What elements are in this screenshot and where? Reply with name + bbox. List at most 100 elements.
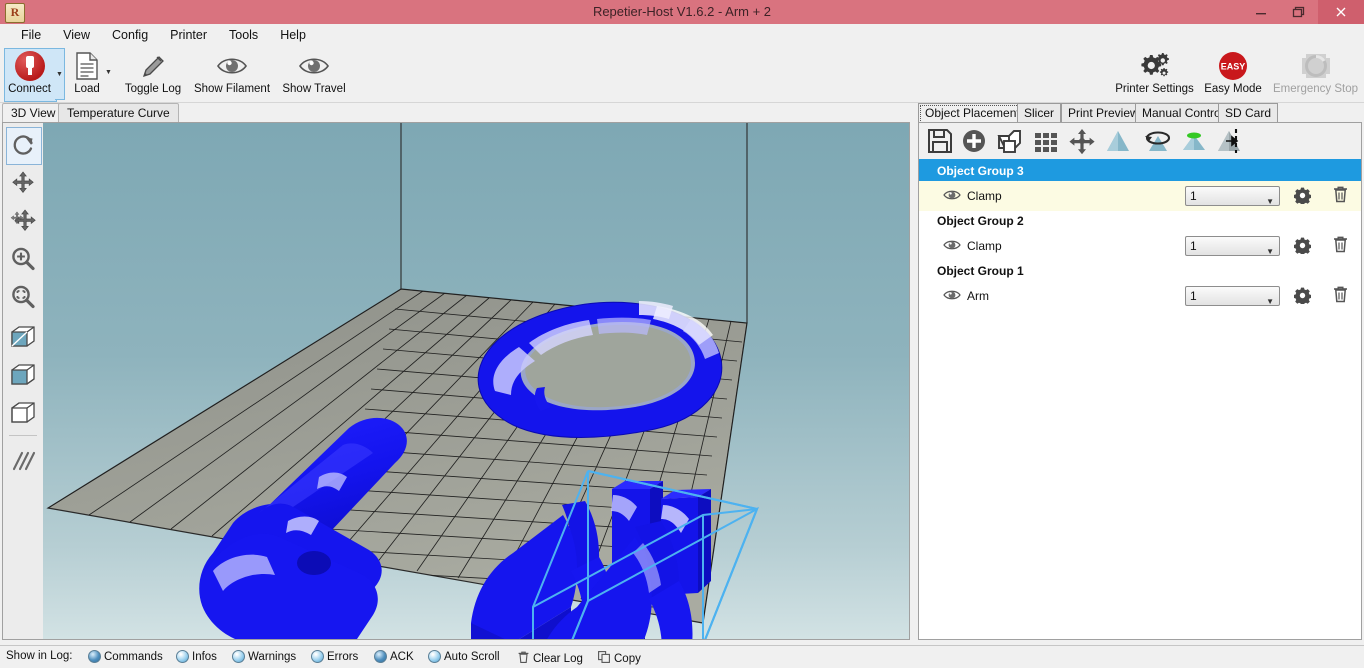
object-group-row[interactable]: Object Group 3	[919, 161, 1361, 181]
radio-icon	[311, 650, 324, 663]
rotate-object-button[interactable]	[1141, 125, 1175, 157]
object-list: Object Group 3 Clamp 1 ▼ Object Group 2 …	[919, 161, 1361, 639]
object-count-select[interactable]: 1 ▼	[1185, 286, 1280, 306]
3d-viewport[interactable]: Y x	[43, 123, 909, 639]
scale-object-button[interactable]	[1101, 125, 1135, 157]
menu-item-tools[interactable]: Tools	[218, 26, 269, 44]
radio-icon	[176, 650, 189, 663]
log-filter-ack[interactable]: ACK	[374, 650, 414, 663]
chevron-down-icon: ▼	[1266, 247, 1274, 256]
menu-item-help[interactable]: Help	[269, 26, 317, 44]
load-button[interactable]: Load	[70, 48, 104, 100]
add-object-button[interactable]	[957, 125, 991, 157]
object-name: Clamp	[967, 239, 1002, 253]
close-icon[interactable]	[1318, 0, 1364, 24]
object-settings-button[interactable]	[1293, 237, 1312, 256]
view-solid-tool[interactable]	[6, 319, 40, 355]
log-filter-label: Errors	[327, 650, 359, 663]
object-row[interactable]: Arm 1 ▼	[919, 281, 1361, 311]
connect-button[interactable]: Connect	[4, 48, 55, 100]
save-button[interactable]	[923, 125, 957, 157]
log-filter-label: ACK	[390, 650, 414, 663]
eye-icon	[298, 50, 330, 82]
view-tool-divider	[9, 435, 37, 436]
object-group-row[interactable]: Object Group 1	[919, 261, 1361, 281]
object-count-select[interactable]: 1 ▼	[1185, 236, 1280, 256]
trash-icon	[518, 650, 529, 668]
menu-item-config[interactable]: Config	[101, 26, 159, 44]
easy-mode-icon: EASY	[1216, 50, 1250, 82]
object-settings-button[interactable]	[1293, 187, 1312, 206]
right-tab-strip: Object Placement Slicer Print Preview Ma…	[916, 103, 1364, 125]
emergency-stop-button: Emergency Stop	[1268, 48, 1363, 100]
emergency-stop-label: Emergency Stop	[1272, 83, 1358, 95]
chevron-down-icon: ▼	[1266, 197, 1274, 206]
multiply-object-button[interactable]	[1029, 125, 1063, 157]
eye-icon	[216, 50, 248, 82]
minimize-icon[interactable]	[1242, 0, 1280, 24]
visibility-eye-icon[interactable]	[943, 288, 961, 304]
cut-object-button[interactable]	[1213, 125, 1247, 157]
center-object-button[interactable]	[1065, 125, 1099, 157]
copy-log-button[interactable]: Copy	[598, 650, 641, 668]
visibility-eye-icon[interactable]	[943, 188, 961, 204]
clear-log-button[interactable]: Clear Log	[518, 650, 583, 668]
object-delete-button[interactable]	[1333, 286, 1348, 304]
object-group-row[interactable]: Object Group 2	[919, 211, 1361, 231]
object-toolbar	[919, 123, 1361, 161]
3d-scene: Y x	[43, 123, 909, 639]
object-row[interactable]: Clamp 1 ▼	[919, 181, 1361, 211]
move-view-tool[interactable]	[6, 165, 40, 201]
zoom-in-tool[interactable]	[6, 241, 40, 277]
menu-item-file[interactable]: File	[10, 26, 52, 44]
object-settings-button[interactable]	[1293, 287, 1312, 306]
log-filter-bar: Show in Log: Commands Infos Warnings Err…	[0, 645, 1364, 667]
log-filter-warnings[interactable]: Warnings	[232, 650, 296, 663]
gear-icon	[1138, 50, 1172, 82]
printer-settings-button[interactable]: Printer Settings	[1112, 48, 1197, 100]
connect-plug-icon	[14, 50, 45, 82]
zoom-fit-tool[interactable]	[6, 279, 40, 315]
log-filter-label: Warnings	[248, 650, 297, 663]
log-filter-auto-scroll[interactable]: Auto Scroll	[428, 650, 500, 663]
log-filter-label: Auto Scroll	[444, 650, 500, 663]
object-name: Arm	[967, 289, 989, 303]
object-delete-button[interactable]	[1333, 236, 1348, 254]
object-delete-button[interactable]	[1333, 186, 1348, 204]
copy-icon	[598, 650, 610, 668]
copy-object-button[interactable]	[993, 125, 1027, 157]
view-filled-tool[interactable]	[6, 357, 40, 393]
object-count-value: 1	[1190, 289, 1197, 303]
object-count-value: 1	[1190, 189, 1197, 203]
main-toolbar: Connect ▼ Load ▼ Toggle Log Show Filamen…	[0, 46, 1364, 103]
show-travel-button[interactable]: Show Travel	[277, 48, 351, 100]
document-icon	[74, 50, 100, 82]
visibility-eye-icon[interactable]	[943, 238, 961, 254]
radio-icon	[232, 650, 245, 663]
log-filter-infos[interactable]: Infos	[176, 650, 217, 663]
view-wireframe-tool[interactable]	[6, 395, 40, 431]
maximize-icon[interactable]	[1280, 0, 1318, 24]
log-filter-commands[interactable]: Commands	[88, 650, 163, 663]
left-tab-strip: 3D View Temperature Curve	[0, 103, 912, 125]
object-count-select[interactable]: 1 ▼	[1185, 186, 1280, 206]
menu-bar: File View Config Printer Tools Help	[0, 24, 1364, 46]
object-row[interactable]: Clamp 1 ▼	[919, 231, 1361, 261]
rotate-view-tool[interactable]	[6, 127, 42, 165]
load-dropdown-caret[interactable]: ▼	[104, 46, 113, 98]
menu-item-printer[interactable]: Printer	[159, 26, 218, 44]
repetier-host-window: R Repetier-Host V1.6.2 - Arm + 2 File Vi…	[0, 0, 1364, 667]
menu-item-view[interactable]: View	[52, 26, 101, 44]
show-filament-button[interactable]: Show Filament	[190, 48, 274, 100]
show-in-log-label: Show in Log:	[6, 650, 73, 662]
log-filter-errors[interactable]: Errors	[311, 650, 358, 663]
connect-dropdown-caret[interactable]: ▼	[55, 48, 65, 100]
printer-settings-label: Printer Settings	[1115, 83, 1194, 95]
move-object-tool[interactable]	[6, 203, 40, 239]
view-edges-tool[interactable]	[6, 443, 40, 479]
3d-view-panel: Y x	[2, 122, 910, 640]
drop-object-button[interactable]	[1177, 125, 1211, 157]
easy-mode-button[interactable]: EASY Easy Mode	[1200, 48, 1266, 100]
emergency-stop-icon	[1299, 50, 1333, 82]
toggle-log-button[interactable]: Toggle Log	[118, 48, 188, 100]
